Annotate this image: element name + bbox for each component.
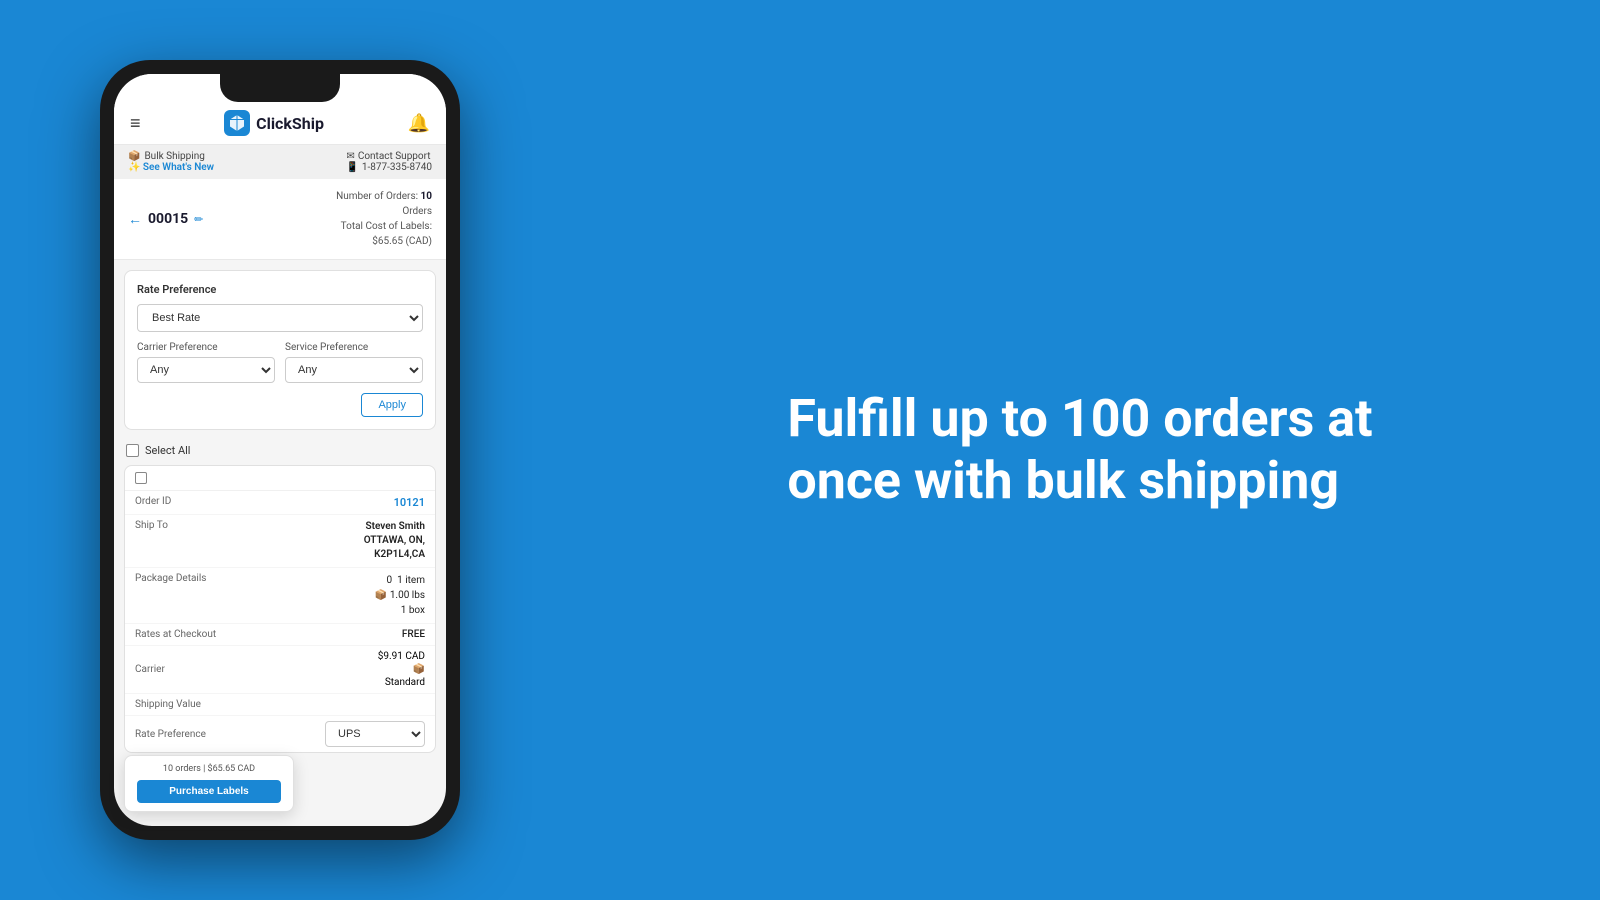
phone-notch	[220, 74, 340, 102]
logo-icon	[224, 110, 250, 136]
hero-line2: once with bulk shipping	[787, 450, 1339, 511]
carrier-row: Carrier $9.91 CAD 📦 Standard	[125, 646, 435, 694]
service-select[interactable]: Any	[285, 357, 423, 383]
ship-to-value: Steven Smith OTTAWA, ON, K2P1L4,CA	[364, 520, 425, 562]
bell-icon[interactable]: 🔔	[408, 113, 430, 134]
top-bar-right: ✉ Contact Support 📱 1-877-335-8740	[346, 151, 432, 173]
hero-text: Fulfill up to 100 orders at once with bu…	[787, 388, 1372, 513]
order-card: Order ID 10121 Ship To Steven Smith OTTA…	[124, 465, 436, 753]
ship-to-row: Ship To Steven Smith OTTAWA, ON, K2P1L4,…	[125, 515, 435, 568]
edit-icon[interactable]: ✏	[194, 213, 203, 226]
top-bar-left: 📦 Bulk Shipping ✨ See What's New	[128, 151, 214, 173]
package-boxes: 1 box	[375, 603, 425, 618]
orders-unit: Orders	[336, 204, 432, 219]
carrier-service-row: Carrier Preference Any Service Preferenc…	[137, 342, 423, 383]
hero-line1: Fulfill up to 100 orders at	[787, 388, 1372, 449]
num-orders-value: 10	[421, 191, 432, 202]
package-items: 1 item	[397, 575, 425, 586]
order-checkbox[interactable]	[135, 472, 147, 484]
order-card-top	[125, 466, 435, 491]
package-details-label: Package Details	[135, 573, 215, 584]
top-bar: 📦 Bulk Shipping ✨ See What's New ✉ Conta…	[114, 145, 446, 179]
select-all-checkbox[interactable]	[126, 444, 139, 457]
carrier-col: Carrier Preference Any	[137, 342, 275, 383]
package-weight: 1.00 lbs	[390, 590, 425, 601]
shipping-value-label: Shipping Value	[135, 699, 215, 710]
order-info-bar: ← 00015 ✏ Number of Orders: 10 Orders To…	[114, 179, 446, 260]
ups-icon: 📦	[413, 664, 425, 675]
package-details-row: Package Details 0 1 item 📦 1.00 lbs 1 bo…	[125, 568, 435, 624]
rate-pref-bottom-label: Rate Preference	[135, 729, 215, 740]
hero-section: Fulfill up to 100 orders at once with bu…	[560, 348, 1600, 553]
contact-support[interactable]: ✉ Contact Support	[346, 151, 432, 162]
package-details-value: 0 1 item 📦 1.00 lbs 1 box	[375, 573, 425, 618]
rate-pref-bottom-select[interactable]: UPS	[325, 721, 425, 747]
screen-content[interactable]: Rate Preference Best Rate Carrier Prefer…	[114, 260, 446, 826]
package-qty: 0	[387, 575, 393, 586]
app-logo-text: ClickShip	[256, 114, 324, 133]
service-col: Service Preference Any	[285, 342, 423, 383]
ship-to-label: Ship To	[135, 520, 215, 531]
order-number: 00015	[148, 211, 188, 227]
ship-to-name: Steven Smith	[364, 520, 425, 534]
total-cost-value: $65.65 (CAD)	[336, 234, 432, 249]
rates-value: FREE	[402, 629, 425, 640]
carrier-row-label: Carrier	[135, 664, 215, 675]
back-arrow-icon[interactable]: ←	[128, 211, 142, 228]
carrier-price: $9.91 CAD	[378, 651, 425, 662]
num-orders-label: Number of Orders:	[336, 191, 418, 202]
phone-icon: 📱	[346, 162, 358, 173]
phone-number[interactable]: 📱 1-877-335-8740	[346, 162, 432, 173]
popup-label: 10 orders | $65.65 CAD	[137, 764, 281, 774]
order-stats: Number of Orders: 10 Orders Total Cost o…	[336, 189, 432, 249]
rate-preference-select[interactable]: Best Rate	[137, 304, 423, 332]
phone-frame: ≡ ClickShip 🔔 📦 Bulk S	[100, 60, 460, 840]
rate-pref-bottom-row: Rate Preference UPS	[125, 716, 435, 752]
total-cost-label: Total Cost of Labels:	[341, 221, 432, 232]
order-id-section: ← 00015 ✏	[128, 211, 203, 228]
select-all-label: Select All	[145, 444, 190, 457]
purchase-labels-button[interactable]: Purchase Labels	[137, 780, 281, 803]
bulk-shipping-link[interactable]: 📦 Bulk Shipping	[128, 151, 214, 162]
rate-preference-card: Rate Preference Best Rate Carrier Prefer…	[124, 270, 436, 430]
rates-checkout-row: Rates at Checkout FREE	[125, 624, 435, 646]
ship-to-postal: K2P1L4,CA	[364, 548, 425, 562]
select-all-row: Select All	[114, 436, 446, 465]
see-whats-new-link[interactable]: ✨ See What's New	[128, 162, 214, 173]
order-id-label: Order ID	[135, 496, 215, 507]
carrier-service: Standard	[385, 677, 425, 688]
order-id-value[interactable]: 10121	[394, 496, 425, 509]
shipping-value-row: Shipping Value	[125, 694, 435, 716]
service-label: Service Preference	[285, 342, 423, 353]
purchase-popup: 10 orders | $65.65 CAD Purchase Labels	[124, 755, 294, 812]
phone-mockup-section: ≡ ClickShip 🔔 📦 Bulk S	[0, 0, 560, 900]
rates-label: Rates at Checkout	[135, 629, 216, 640]
carrier-label: Carrier Preference	[137, 342, 275, 353]
package-icon: 📦	[375, 590, 387, 601]
ship-to-address: OTTAWA, ON,	[364, 534, 425, 548]
apply-button[interactable]: Apply	[361, 393, 423, 417]
phone-screen: ≡ ClickShip 🔔 📦 Bulk S	[114, 74, 446, 826]
email-icon: ✉	[346, 151, 354, 162]
carrier-select[interactable]: Any	[137, 357, 275, 383]
box-icon: 📦	[128, 151, 140, 162]
carrier-value: $9.91 CAD 📦 Standard	[378, 651, 425, 688]
order-id-row: Order ID 10121	[125, 491, 435, 515]
menu-icon[interactable]: ≡	[130, 113, 141, 134]
logo-area: ClickShip	[224, 110, 324, 136]
rate-card-title: Rate Preference	[137, 283, 423, 296]
